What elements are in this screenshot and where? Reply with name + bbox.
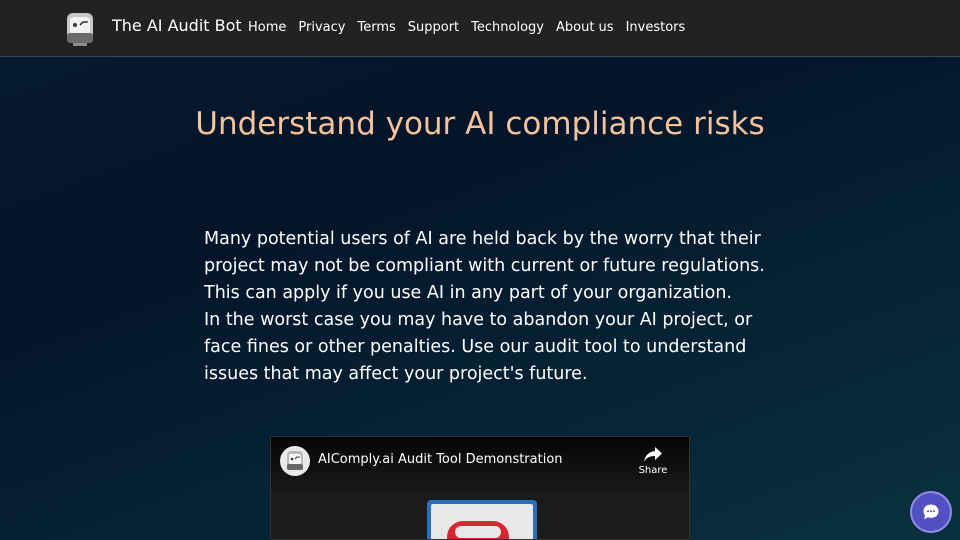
share-button[interactable]: Share <box>635 445 671 476</box>
share-label: Share <box>638 465 668 476</box>
nav-support-link[interactable]: Support <box>408 20 459 35</box>
intro-line: In the worst case you may have to abando… <box>204 310 753 330</box>
chat-bubble-icon <box>923 504 939 520</box>
nav-technology-link[interactable]: Technology <box>471 20 544 35</box>
top-navbar: The AI Audit Bot Home Privacy Terms Supp… <box>0 0 960 57</box>
nav-privacy-link[interactable]: Privacy <box>298 20 345 35</box>
nav-about-us-link[interactable]: About us <box>556 20 614 35</box>
page-title: Understand your AI compliance risks <box>195 106 765 142</box>
intro-text: Many potential users of AI are held back… <box>204 226 774 388</box>
nav-terms-link[interactable]: Terms <box>357 20 395 35</box>
nav-home-link[interactable]: Home <box>248 20 286 35</box>
main-nav: Home Privacy Terms Support Technology Ab… <box>248 20 697 35</box>
intro-line: face fines or other penalties. Use our a… <box>204 337 747 357</box>
thumbnail-mark <box>447 521 509 539</box>
thumbnail-logo <box>431 504 533 539</box>
video-embed[interactable]: AIComply.ai Audit Tool Demonstration Sha… <box>270 436 690 540</box>
video-thumbnail[interactable] <box>427 500 537 539</box>
video-header-shade <box>271 437 689 497</box>
brand-name[interactable]: The AI Audit Bot <box>112 16 242 35</box>
video-title[interactable]: AIComply.ai Audit Tool Demonstration <box>318 452 563 467</box>
intro-line: This can apply if you use AI in any part… <box>204 283 732 303</box>
share-arrow-icon <box>644 447 662 462</box>
channel-avatar[interactable] <box>280 446 310 476</box>
chat-launcher-button[interactable] <box>910 491 952 533</box>
intro-line: issues that may affect your project's fu… <box>204 364 588 384</box>
intro-line: project may not be compliant with curren… <box>204 256 765 276</box>
nav-investors-link[interactable]: Investors <box>626 20 686 35</box>
robot-logo-icon[interactable] <box>64 11 96 47</box>
intro-line: Many potential users of AI are held back… <box>204 229 761 249</box>
